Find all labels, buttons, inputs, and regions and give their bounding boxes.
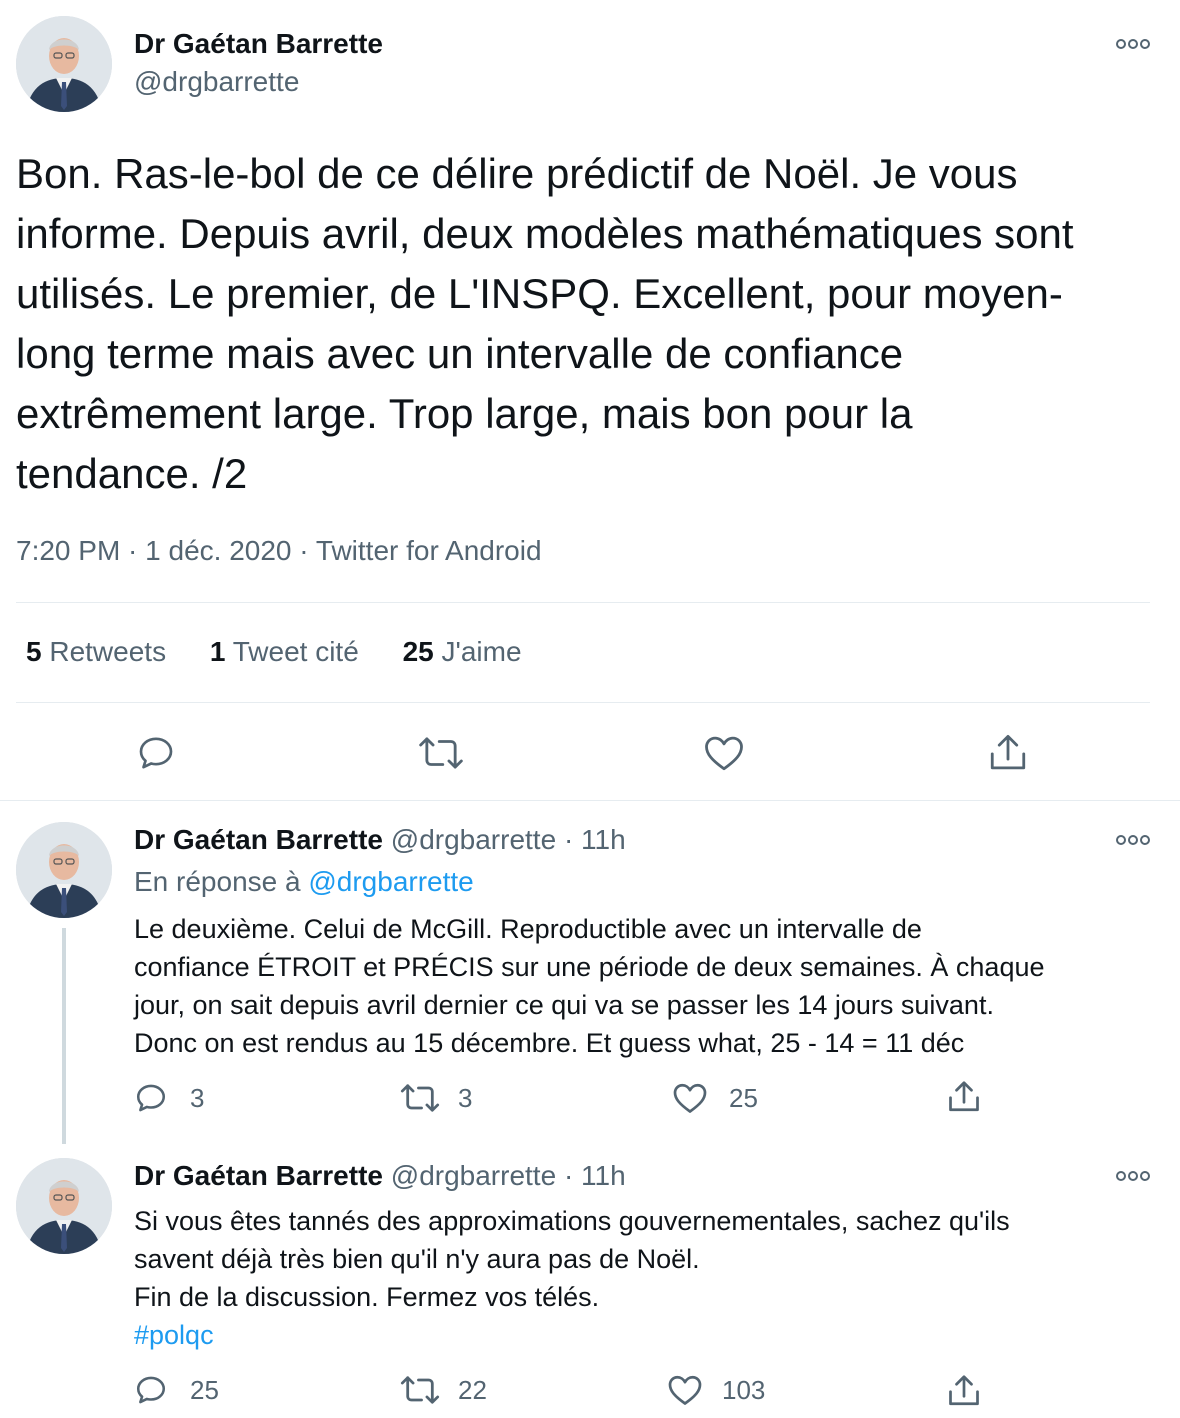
- divider: [0, 800, 1180, 801]
- reply-to: En réponse à @drgbarrette: [134, 866, 474, 898]
- reply-header: Dr Gaétan Barrette @drgbarrette · 11h: [134, 1160, 626, 1192]
- quotes-count: 1: [209, 636, 226, 667]
- tweet-text: Si vous êtes tannés des approximations g…: [134, 1202, 1174, 1354]
- more-options-icon[interactable]: [1116, 37, 1150, 51]
- like-icon[interactable]: [672, 1081, 708, 1115]
- tweet-text-line: Si vous êtes tannés des approximations g…: [134, 1206, 1010, 1236]
- tweet-text-line: long terme mais avec un intervalle de co…: [16, 330, 904, 377]
- tweet-text-line: jour, on sait depuis avril dernier ce qu…: [134, 990, 994, 1020]
- reply-icon[interactable]: [134, 1081, 168, 1115]
- tweet-text-line: confiance ÉTROIT et PRÉCIS sur une pério…: [134, 952, 1045, 982]
- tweet-text-line: Le deuxième. Celui de McGill. Reproducti…: [134, 914, 922, 944]
- tweet-time[interactable]: · 11h: [564, 824, 626, 855]
- tweet-text-line: tendance. /2: [16, 450, 248, 497]
- share-icon[interactable]: [946, 1372, 982, 1410]
- retweet-count: 3: [458, 1083, 473, 1113]
- tweet-text-line: utilisés. Le premier, de L'INSPQ. Excell…: [16, 270, 1063, 317]
- author-handle[interactable]: @drgbarrette: [391, 824, 556, 855]
- likes-stat[interactable]: 25 J'aime: [403, 636, 522, 667]
- reply-header: Dr Gaétan Barrette @drgbarrette · 11h: [134, 824, 626, 856]
- reply-icon[interactable]: [134, 1373, 168, 1407]
- avatar[interactable]: [16, 1158, 112, 1254]
- avatar[interactable]: [16, 822, 112, 918]
- tweet-text: Le deuxième. Celui de McGill. Reproducti…: [134, 910, 1174, 1062]
- reply-count: 25: [190, 1375, 219, 1405]
- retweet-icon[interactable]: [418, 733, 464, 773]
- more-options-icon[interactable]: [1116, 1169, 1150, 1183]
- tweet-text-line: Donc on est rendus au 15 décembre. Et gu…: [134, 1028, 965, 1058]
- tweet-text-line: Bon. Ras-le-bol de ce délire prédictif d…: [16, 150, 1018, 197]
- tweet-text-line: Fin de la discussion. Fermez vos télés.: [134, 1282, 600, 1312]
- share-icon[interactable]: [946, 1078, 982, 1116]
- retweets-stat[interactable]: 5 Retweets: [26, 636, 174, 667]
- like-icon[interactable]: [667, 1373, 703, 1407]
- tweet-text-line: informe. Depuis avril, deux modèles math…: [16, 210, 1074, 257]
- tweet-time[interactable]: · 11h: [564, 1160, 626, 1191]
- tweet-text-line: savent déjà très bien qu'il n'y aura pas…: [134, 1244, 700, 1274]
- tweet-text-line: extrêmement large. Trop large, mais bon …: [16, 390, 913, 437]
- tweet-stats: 5 Retweets 1 Tweet cité 25 J'aime: [26, 636, 522, 668]
- tweet-meta[interactable]: 7:20 PM · 1 déc. 2020 · Twitter for Andr…: [16, 535, 542, 567]
- hashtag-link[interactable]: #polqc: [134, 1316, 1174, 1354]
- like-count: 25: [729, 1083, 758, 1113]
- author-name[interactable]: Dr Gaétan Barrette: [134, 1160, 383, 1191]
- author-handle[interactable]: @drgbarrette: [391, 1160, 556, 1191]
- quotes-stat[interactable]: 1 Tweet cité: [210, 636, 367, 667]
- retweets-count: 5: [26, 636, 42, 667]
- author-name[interactable]: Dr Gaétan Barrette: [134, 28, 383, 60]
- share-icon[interactable]: [987, 731, 1029, 775]
- reply-to-prefix: En réponse à: [134, 866, 301, 897]
- reply-count: 3: [190, 1083, 205, 1113]
- thread-line: [62, 928, 66, 1144]
- retweet-count: 22: [458, 1375, 487, 1405]
- retweet-icon[interactable]: [400, 1373, 440, 1407]
- divider: [16, 702, 1150, 703]
- reply-icon[interactable]: [136, 733, 176, 773]
- reply-to-handle[interactable]: @drgbarrette: [308, 866, 473, 897]
- avatar[interactable]: [16, 16, 112, 112]
- retweet-icon[interactable]: [400, 1081, 440, 1115]
- retweets-label: Retweets: [49, 636, 167, 667]
- likes-label: J'aime: [441, 636, 522, 667]
- more-options-icon[interactable]: [1116, 833, 1150, 847]
- quotes-label: Tweet cité: [232, 636, 359, 667]
- like-count: 103: [722, 1375, 766, 1405]
- author-name[interactable]: Dr Gaétan Barrette: [134, 824, 383, 855]
- author-handle[interactable]: @drgbarrette: [134, 66, 299, 98]
- tweet-text: Bon. Ras-le-bol de ce délire prédictif d…: [16, 144, 1166, 504]
- divider: [16, 602, 1150, 603]
- like-icon[interactable]: [703, 733, 745, 773]
- likes-count: 25: [402, 636, 434, 667]
